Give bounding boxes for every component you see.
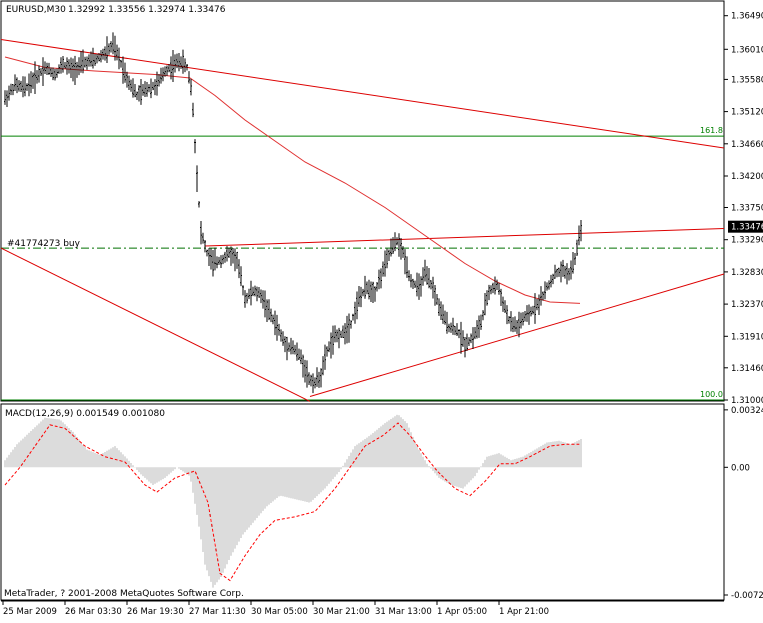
- metatrader-chart-window: 1.36490 1.36010 1.35580 1.35120 1.34660 1.342…: [0, 0, 763, 619]
- time-tick-label: 31 Mar 13:00: [375, 607, 432, 617]
- price-tick-label: 1.32830: [731, 268, 763, 278]
- time-tick-label: 30 Mar 21:00: [313, 607, 370, 617]
- macd-tick-label: -0.00722: [731, 591, 763, 601]
- current-price-label: 1.33476: [731, 223, 763, 233]
- price-tick-label: 1.35120: [731, 108, 763, 118]
- time-tick-label: 1 Apr 05:00: [437, 607, 487, 617]
- time-tick-label: 25 Mar 2009: [3, 607, 57, 617]
- ohlc-header: 1.32992 1.33556 1.32974 1.33476: [68, 5, 226, 15]
- chart-canvas: 1.36490 1.36010 1.35580 1.35120 1.34660 1.342…: [0, 0, 763, 619]
- price-tick-label: 1.33290: [731, 236, 763, 246]
- macd-tick-label: 0.00: [731, 463, 750, 473]
- macd-tick-label: 0.003248: [731, 406, 763, 416]
- macd-title: MACD(12,26,9) 0.001549 0.001080: [5, 409, 165, 419]
- time-tick-label: 27 Mar 11:30: [189, 607, 246, 617]
- price-tick-label: 1.32370: [731, 300, 763, 310]
- price-tick-label: 1.31000: [731, 396, 763, 406]
- chart-background: [0, 0, 763, 619]
- price-tick-label: 1.36010: [731, 45, 763, 55]
- price-tick-label: 1.35580: [731, 75, 763, 85]
- price-tick-label: 1.31460: [731, 364, 763, 374]
- time-tick-label: 30 Mar 05:00: [251, 607, 308, 617]
- price-tick-label: 1.36490: [731, 12, 763, 22]
- fibo-level-label: 100.0: [700, 390, 723, 399]
- time-tick-label: 26 Mar 19:30: [127, 607, 184, 617]
- fibo-level-label: 161.8: [700, 126, 723, 135]
- copyright-text: MetaTrader, ? 2001-2008 MetaQuotes Softw…: [4, 589, 244, 599]
- order-label: #41774273 buy: [7, 239, 81, 249]
- symbol-header: EURUSD,M30: [6, 5, 66, 15]
- price-tick-label: 1.34660: [731, 140, 763, 150]
- time-tick-label: 1 Apr 21:00: [499, 607, 549, 617]
- price-tick-label: 1.34200: [731, 172, 763, 182]
- time-tick-label: 26 Mar 03:30: [65, 607, 122, 617]
- price-tick-label: 1.31910: [731, 332, 763, 342]
- price-tick-label: 1.33750: [731, 204, 763, 214]
